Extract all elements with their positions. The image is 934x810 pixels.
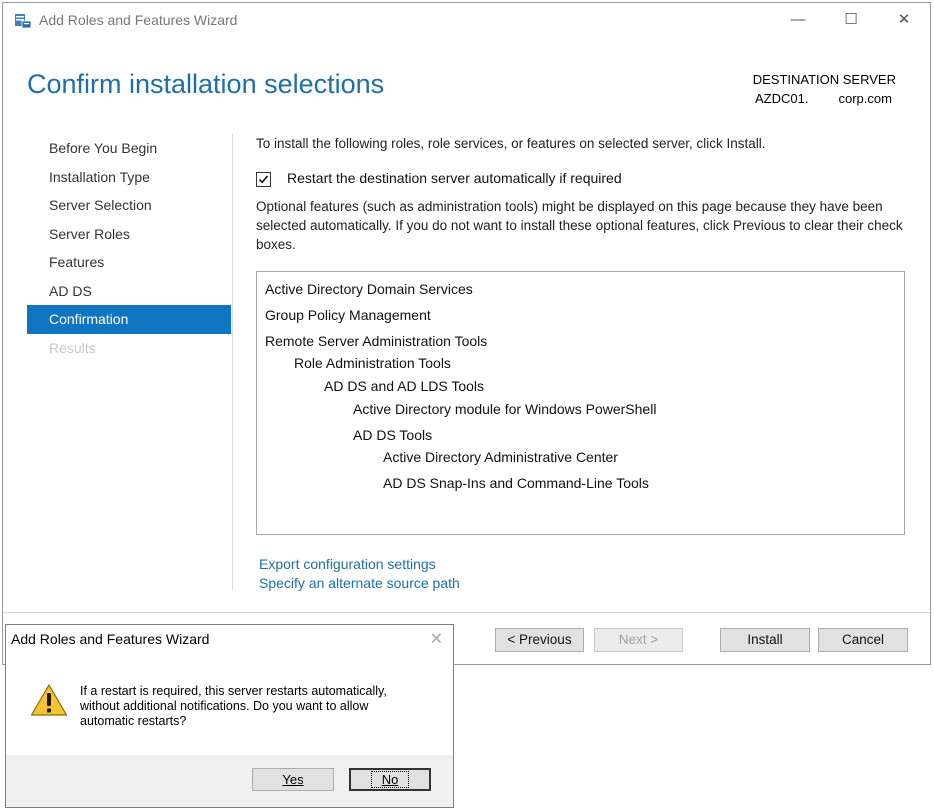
feature-item: Active Directory Domain Services xyxy=(265,281,473,297)
destination-server-label: DESTINATION SERVER xyxy=(752,72,896,87)
install-button[interactable]: Install xyxy=(720,628,810,652)
nav-item-confirmation[interactable]: Confirmation xyxy=(27,305,231,334)
destination-prefix: AZDC01. xyxy=(755,91,809,106)
nav-item-before-you-begin[interactable]: Before You Begin xyxy=(27,134,231,163)
destination-server-name: AZDC01. corp.com xyxy=(755,91,892,106)
server-manager-icon xyxy=(14,13,32,29)
nav-item-server-roles[interactable]: Server Roles xyxy=(27,220,231,249)
feature-item: AD DS Snap-Ins and Command-Line Tools xyxy=(383,475,649,491)
close-button[interactable]: ✕ xyxy=(894,10,914,30)
nav-item-features[interactable]: Features xyxy=(27,248,231,277)
nav-item-server-selection[interactable]: Server Selection xyxy=(27,191,231,220)
restart-confirmation-dialog: Add Roles and Features Wizard ✕ If a res… xyxy=(5,624,454,808)
next-button[interactable]: Next > xyxy=(594,628,683,652)
feature-item: Role Administration Tools xyxy=(294,355,451,371)
destination-suffix: corp.com xyxy=(838,91,892,106)
dialog-close-icon[interactable]: ✕ xyxy=(430,629,443,649)
title-bar: Add Roles and Features Wizard — ☐ ✕ xyxy=(3,3,930,39)
dialog-message: If a restart is required, this server re… xyxy=(80,684,387,728)
no-button[interactable]: No xyxy=(349,768,431,791)
nav-item-ad-ds[interactable]: AD DS xyxy=(27,277,231,306)
cancel-button[interactable]: Cancel xyxy=(818,628,908,652)
export-configuration-link[interactable]: Export configuration settings xyxy=(259,556,436,572)
restart-checkbox-label: Restart the destination server automatic… xyxy=(287,170,622,186)
feature-item: AD DS Tools xyxy=(353,427,433,443)
nav-item-results: Results xyxy=(49,339,96,356)
feature-item: AD DS and AD LDS Tools xyxy=(324,378,485,394)
previous-button[interactable]: < Previous xyxy=(495,628,584,652)
no-button-label: No xyxy=(370,771,410,788)
feature-item: Active Directory Administrative Center xyxy=(383,449,618,465)
feature-item: Active Directory module for Windows Powe… xyxy=(353,401,657,417)
yes-button[interactable]: Yes xyxy=(252,768,334,791)
dialog-button-bar: Yes No xyxy=(6,755,453,807)
dialog-title: Add Roles and Features Wizard xyxy=(11,631,210,647)
feature-item: Remote Server Administration Tools xyxy=(265,333,488,349)
alternate-source-link[interactable]: Specify an alternate source path xyxy=(259,575,460,591)
nav-item-installation-type[interactable]: Installation Type xyxy=(27,163,231,192)
maximize-button[interactable]: ☐ xyxy=(841,10,861,30)
optional-features-text: Optional features (such as administratio… xyxy=(256,199,903,252)
window-title: Add Roles and Features Wizard xyxy=(39,12,238,28)
nav-divider xyxy=(232,134,233,590)
features-list: Active Directory Domain Services Group P… xyxy=(256,271,905,535)
feature-item: Group Policy Management xyxy=(265,307,431,323)
warning-icon xyxy=(30,683,68,720)
minimize-button[interactable]: — xyxy=(788,10,808,30)
yes-button-label: Yes xyxy=(282,772,304,787)
wizard-window: Add Roles and Features Wizard — ☐ ✕ Conf… xyxy=(2,2,931,665)
intro-text: To install the following roles, role ser… xyxy=(256,136,766,151)
wizard-nav: Before You Begin Installation Type Serve… xyxy=(27,134,231,362)
checkmark-icon xyxy=(258,175,269,184)
restart-checkbox[interactable] xyxy=(256,172,271,187)
footer-separator xyxy=(3,612,930,613)
page-title: Confirm installation selections xyxy=(27,69,385,99)
